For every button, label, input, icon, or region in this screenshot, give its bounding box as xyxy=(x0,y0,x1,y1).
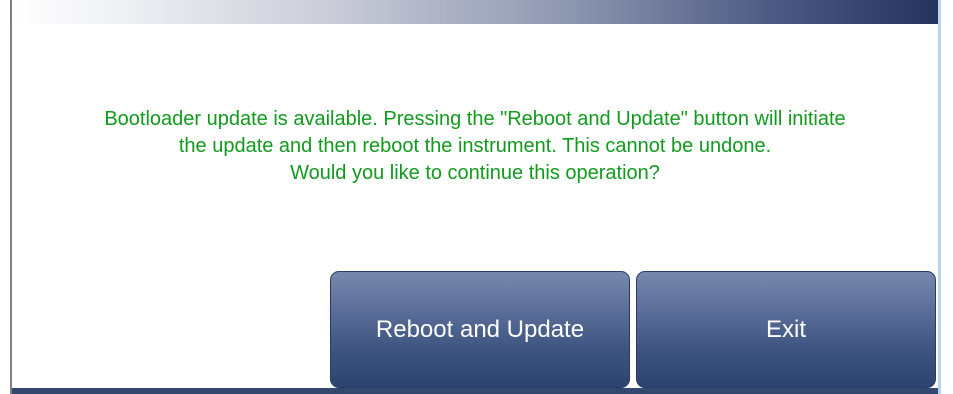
message-line-2: the update and then reboot the instrumen… xyxy=(178,135,772,157)
bootloader-update-screen: Bootloader update is available. Pressing… xyxy=(0,0,953,394)
exit-button[interactable]: Exit xyxy=(636,271,936,388)
reboot-and-update-button[interactable]: Reboot and Update xyxy=(330,271,630,388)
message-line-3: Would you like to continue this operatio… xyxy=(290,162,660,184)
left-border xyxy=(10,0,12,394)
bottom-bar xyxy=(12,388,938,394)
title-bar xyxy=(12,0,938,24)
exit-label: Exit xyxy=(765,315,806,343)
right-border xyxy=(938,0,941,394)
message-line-1: Bootloader update is available. Pressing… xyxy=(104,108,846,130)
reboot-and-update-label: Reboot and Update xyxy=(375,315,585,343)
update-message: Bootloader update is available. Pressing… xyxy=(12,106,938,187)
